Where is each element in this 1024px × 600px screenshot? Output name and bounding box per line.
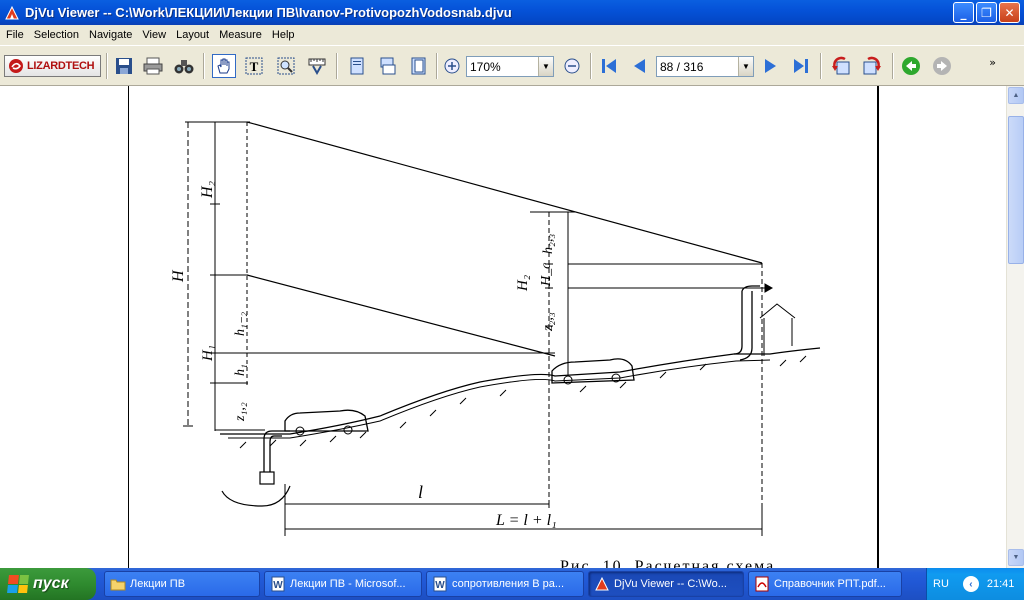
toolbar-separator bbox=[590, 53, 592, 79]
maximize-button[interactable]: ❐ bbox=[976, 2, 997, 23]
close-button[interactable]: ✕ bbox=[999, 2, 1020, 23]
toolbar-separator bbox=[106, 53, 108, 79]
task-word-lectures[interactable]: W Лекции ПВ - Microsof... bbox=[264, 571, 422, 597]
svg-text:W: W bbox=[273, 580, 283, 591]
tray-expand-icon[interactable]: ‹ bbox=[962, 576, 979, 592]
label-h23: h₂,₃ bbox=[541, 234, 556, 254]
page-single-icon[interactable] bbox=[345, 54, 369, 78]
chevron-down-icon[interactable]: ▼ bbox=[538, 57, 553, 76]
label-l: l bbox=[418, 482, 423, 502]
toolbar-overflow-icon[interactable]: » bbox=[989, 56, 996, 69]
hand-icon[interactable] bbox=[212, 54, 236, 78]
chevron-down-icon[interactable]: ▼ bbox=[738, 57, 753, 76]
windows-flag-icon bbox=[7, 575, 29, 593]
hydraulic-diagram: H H₂ h₁₋₂ H₁ h₁ z₁,₂ h₂,₃ H₂ H_c z₂,₃ l … bbox=[170, 121, 821, 536]
menu-navigate[interactable]: Navigate bbox=[84, 25, 137, 45]
word-icon: W bbox=[271, 576, 285, 592]
word-icon: W bbox=[433, 576, 447, 592]
toolbar-separator bbox=[436, 53, 438, 79]
system-tray: RU ‹ 21:41 bbox=[926, 568, 1024, 600]
label-Hc: H_c bbox=[539, 262, 554, 287]
label-H1: H₁ bbox=[200, 345, 216, 362]
toolbar-separator bbox=[336, 53, 338, 79]
lizardtech-logo[interactable]: LIZARDTECH bbox=[4, 55, 101, 77]
toolbar-separator bbox=[203, 53, 205, 79]
zoom-out-icon[interactable] bbox=[560, 54, 584, 78]
menu-measure[interactable]: Measure bbox=[214, 25, 267, 45]
label-H: H bbox=[170, 269, 187, 283]
lizard-icon bbox=[9, 59, 23, 73]
task-folder[interactable]: Лекции ПВ bbox=[104, 571, 260, 597]
page-select[interactable]: 88 / 316 ▼ bbox=[656, 56, 754, 77]
task-djvu-viewer[interactable]: DjVu Viewer -- C:\Wo... bbox=[588, 571, 744, 597]
toolbar: LIZARDTECH T 170% ▼ 88 / 316 ▼ » bbox=[0, 45, 1024, 86]
text-select-icon[interactable]: T bbox=[242, 54, 266, 78]
zoom-rect-icon[interactable] bbox=[274, 54, 298, 78]
forward-icon[interactable] bbox=[930, 54, 954, 78]
taskbar: пуск Лекции ПВ W Лекции ПВ - Microsof...… bbox=[0, 568, 1024, 600]
menu-file[interactable]: File bbox=[1, 25, 29, 45]
label-h12: h₁₋₂ bbox=[233, 312, 248, 336]
prev-page-icon[interactable] bbox=[628, 54, 652, 78]
last-page-icon[interactable] bbox=[788, 54, 812, 78]
save-icon[interactable] bbox=[112, 54, 136, 78]
djvu-icon bbox=[595, 576, 609, 591]
label-H2: H₂ bbox=[199, 180, 216, 199]
menu-selection[interactable]: Selection bbox=[29, 25, 84, 45]
menu-view[interactable]: View bbox=[137, 25, 171, 45]
zoom-select[interactable]: 170% ▼ bbox=[466, 56, 554, 77]
rotate-left-icon[interactable] bbox=[829, 54, 853, 78]
svg-text:W: W bbox=[435, 580, 445, 591]
rotate-right-icon[interactable] bbox=[860, 54, 884, 78]
folder-icon bbox=[110, 579, 126, 591]
label-L: L = l + l₁ bbox=[495, 512, 557, 529]
title-bar: DjVu Viewer -- C:\Work\ЛЕКЦИИ\Лекции ПВ\… bbox=[0, 0, 1024, 25]
task-word-resistance[interactable]: W сопротивления В ра... bbox=[426, 571, 584, 597]
language-indicator[interactable]: RU bbox=[933, 578, 949, 590]
minimize-button[interactable]: _ bbox=[953, 2, 974, 23]
menu-bar: File Selection Navigate View Layout Meas… bbox=[0, 25, 1024, 45]
figure-caption: Рис. 10. Расчетная схема bbox=[560, 558, 776, 568]
next-page-icon[interactable] bbox=[758, 54, 782, 78]
djvu-app-icon bbox=[5, 5, 19, 19]
zoom-in-icon[interactable] bbox=[440, 54, 464, 78]
scroll-thumb[interactable] bbox=[1008, 116, 1024, 264]
binoculars-icon[interactable] bbox=[172, 54, 196, 78]
start-button[interactable]: пуск bbox=[0, 568, 96, 600]
label-z12: z₁,₂ bbox=[233, 402, 248, 422]
first-page-icon[interactable] bbox=[598, 54, 622, 78]
label-h1: h₁ bbox=[233, 364, 248, 376]
document-view[interactable]: H H₂ h₁₋₂ H₁ h₁ z₁,₂ h₂,₃ H₂ H_c z₂,₃ l … bbox=[0, 86, 1006, 568]
label-z23: z₂,₃ bbox=[541, 312, 556, 332]
clock[interactable]: 21:41 bbox=[987, 578, 1015, 590]
toolbar-separator bbox=[892, 53, 894, 79]
pdf-icon bbox=[755, 576, 769, 592]
scroll-up-button[interactable]: ▲ bbox=[1008, 87, 1024, 104]
menu-help[interactable]: Help bbox=[267, 25, 300, 45]
toolbar-separator bbox=[820, 53, 822, 79]
page-facing-icon[interactable] bbox=[407, 54, 431, 78]
svg-text:T: T bbox=[250, 59, 259, 74]
vertical-scrollbar[interactable]: ▲ ▼ bbox=[1006, 86, 1024, 568]
menu-layout[interactable]: Layout bbox=[171, 25, 214, 45]
task-pdf[interactable]: Справочник РПТ.pdf... bbox=[748, 571, 902, 597]
print-icon[interactable] bbox=[141, 54, 165, 78]
label-H2b: H₂ bbox=[515, 275, 531, 292]
ruler-icon[interactable] bbox=[305, 54, 329, 78]
window-title: DjVu Viewer -- C:\Work\ЛЕКЦИИ\Лекции ПВ\… bbox=[25, 5, 512, 20]
scroll-down-button[interactable]: ▼ bbox=[1008, 549, 1024, 566]
page-continuous-icon[interactable] bbox=[376, 54, 400, 78]
back-icon[interactable] bbox=[899, 54, 923, 78]
